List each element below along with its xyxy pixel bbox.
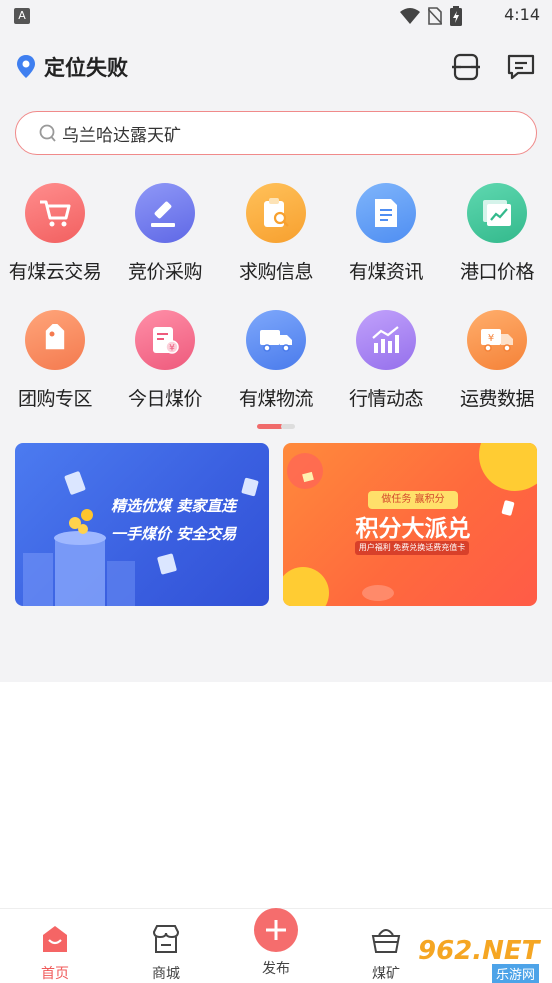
grid-label: 有煤物流 bbox=[238, 388, 314, 410]
grid-item-news[interactable]: 有煤资讯 bbox=[331, 183, 441, 284]
grid-item-bidding[interactable]: 竞价采购 bbox=[110, 183, 220, 284]
publish-label: 发布 bbox=[262, 961, 290, 977]
notification-icon: A bbox=[14, 8, 30, 24]
home-bag-icon bbox=[43, 926, 67, 952]
banner-points-exchange[interactable]: 做任务 赢积分 积分大派兑 用户福利 免费兑换话费充值卡 bbox=[283, 443, 537, 606]
document-icon bbox=[356, 183, 416, 243]
scan-button[interactable] bbox=[451, 52, 481, 82]
scan-icon bbox=[452, 53, 480, 81]
grid-item-freight-data[interactable]: ¥ 运费数据 bbox=[442, 310, 552, 411]
page-indicator bbox=[257, 424, 295, 429]
grid-item-cloud-trade[interactable]: 有煤云交易 bbox=[0, 183, 110, 284]
watermark-sub: 乐游网 bbox=[492, 964, 540, 983]
tab-home-label: 首页 bbox=[41, 966, 69, 982]
tag-icon bbox=[25, 310, 85, 370]
coal-basket-icon bbox=[371, 929, 401, 953]
grid-label: 运费数据 bbox=[459, 388, 535, 410]
grid-item-purchase-info[interactable]: 求购信息 bbox=[221, 183, 331, 284]
grid-label: 有煤资讯 bbox=[348, 261, 424, 283]
gavel-icon bbox=[135, 183, 195, 243]
grid-item-port-price[interactable]: 港口价格 bbox=[442, 183, 552, 284]
status-time: 4:14 bbox=[504, 5, 540, 24]
grid-label: 求购信息 bbox=[238, 261, 314, 283]
tab-home[interactable]: 首页 bbox=[10, 909, 100, 983]
grid-label: 今日煤价 bbox=[127, 388, 203, 410]
publish-button[interactable] bbox=[254, 908, 298, 952]
message-icon bbox=[507, 54, 535, 80]
search-input[interactable]: 乌兰哈达露天矿 bbox=[62, 121, 181, 146]
location-text: 定位失败 bbox=[44, 56, 128, 80]
store-icon bbox=[152, 925, 180, 953]
truck-icon bbox=[246, 310, 306, 370]
svg-text:¥: ¥ bbox=[488, 333, 494, 344]
price-doc-icon: ¥ bbox=[135, 310, 195, 370]
page-indicator-inactive bbox=[281, 424, 295, 429]
watermark-logo: 962.NET 乐游网 bbox=[418, 936, 548, 983]
grid-item-group-buy[interactable]: 团购专区 bbox=[0, 310, 110, 411]
search-bar[interactable]: 乌兰哈达露天矿 bbox=[15, 111, 537, 155]
search-icon bbox=[39, 124, 56, 142]
grid-label: 有煤云交易 bbox=[8, 261, 102, 283]
tab-mall[interactable]: 商城 bbox=[121, 909, 211, 983]
banner-right-subtitle: 用户福利 免费兑换话费充值卡 bbox=[355, 541, 469, 555]
grid-item-coal-price[interactable]: ¥ 今日煤价 bbox=[110, 310, 220, 411]
status-bar: A 4:14 bbox=[0, 0, 552, 32]
plus-icon bbox=[266, 920, 286, 940]
banner-left-line2: 一手煤价 安全交易 bbox=[111, 525, 237, 543]
cart-icon bbox=[25, 183, 85, 243]
grid-label: 竞价采购 bbox=[127, 261, 203, 283]
banner-left-line1: 精选优煤 卖家直连 bbox=[111, 497, 237, 515]
chart-frame-icon bbox=[467, 183, 527, 243]
grid-item-market-trend[interactable]: 行情动态 bbox=[331, 310, 441, 411]
grid-label: 港口价格 bbox=[459, 261, 535, 283]
battery-icon bbox=[450, 6, 462, 26]
grid-label: 行情动态 bbox=[348, 388, 424, 410]
grid-label: 团购专区 bbox=[17, 388, 93, 410]
watermark-text: 962.NET bbox=[418, 936, 540, 966]
grid-item-logistics[interactable]: 有煤物流 bbox=[221, 310, 331, 411]
clipboard-search-icon bbox=[246, 183, 306, 243]
freight-truck-icon: ¥ bbox=[467, 310, 527, 370]
banner-right-badge: 做任务 赢积分 bbox=[368, 491, 458, 509]
trend-icon bbox=[356, 310, 416, 370]
message-button[interactable] bbox=[506, 52, 536, 82]
tab-mall-label: 商城 bbox=[152, 966, 180, 982]
wifi-icon bbox=[400, 8, 420, 24]
svg-text:¥: ¥ bbox=[169, 344, 175, 354]
location-selector[interactable]: 定位失败 bbox=[16, 52, 128, 82]
status-icons bbox=[400, 6, 462, 26]
page-indicator-active bbox=[257, 424, 283, 429]
location-pin-icon bbox=[17, 55, 35, 78]
banner-right-title: 积分大派兑 bbox=[355, 516, 471, 542]
banner-quality-coal[interactable]: 精选优煤 卖家直连 一手煤价 安全交易 bbox=[15, 443, 269, 606]
no-sim-icon bbox=[428, 7, 442, 25]
